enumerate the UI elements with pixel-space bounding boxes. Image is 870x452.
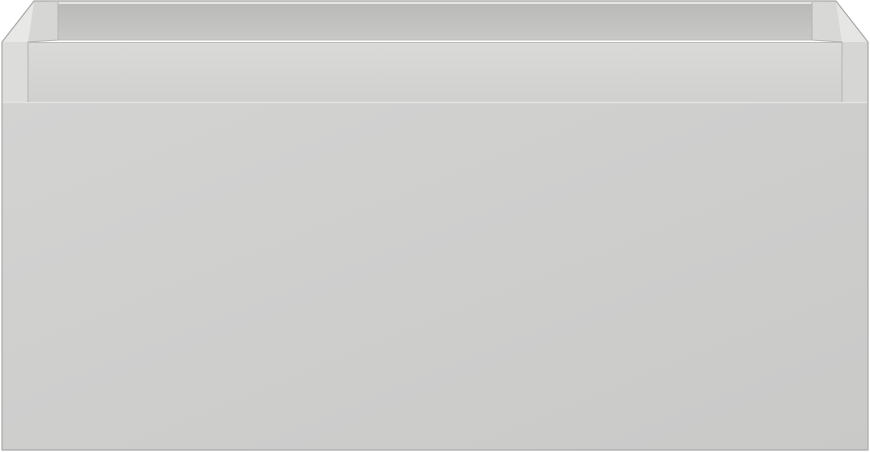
cabinet-drawer-illustration [1, 0, 869, 451]
drawer-rim-face [28, 42, 842, 102]
drawer-inner-back-wall [58, 2, 812, 40]
cabinet-drawer-scene [0, 0, 870, 452]
drawer-front-panel [2, 102, 868, 450]
